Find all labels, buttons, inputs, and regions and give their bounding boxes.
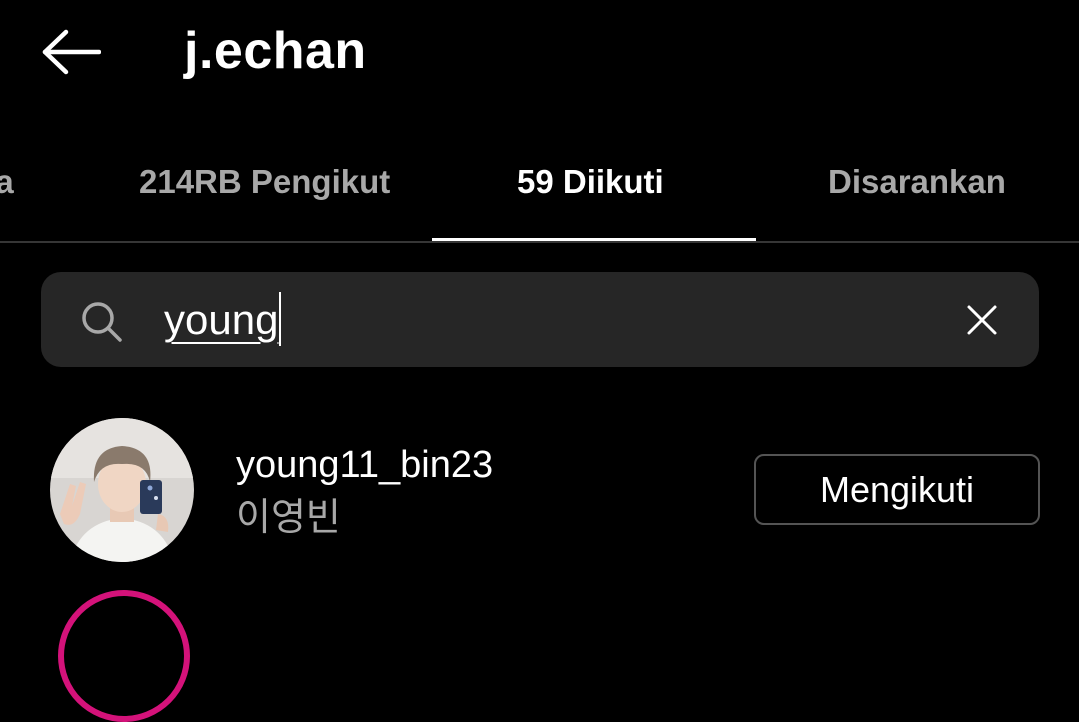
- follow-tabs: ma 214RB Pengikut 59 Diikuti Disarankan: [0, 150, 1079, 242]
- close-icon: [967, 305, 997, 335]
- tab-suggested[interactable]: Disarankan: [828, 162, 1006, 202]
- tab-followers[interactable]: 214RB Pengikut: [139, 162, 390, 202]
- tab-mutual[interactable]: ma: [0, 162, 14, 202]
- search-input-text: young: [164, 296, 279, 343]
- clear-search-button[interactable]: [960, 298, 1004, 342]
- profile-username-title: j.echan: [184, 22, 367, 80]
- result-username[interactable]: young11_bin23: [236, 443, 493, 487]
- tab-following[interactable]: 59 Diikuti: [517, 162, 664, 202]
- active-tab-indicator: [432, 238, 756, 241]
- back-button[interactable]: [40, 26, 102, 78]
- arrow-left-icon: [42, 29, 101, 75]
- following-button[interactable]: Mengikuti: [754, 454, 1040, 525]
- tabs-divider: [0, 241, 1079, 243]
- result-full-name: 이영빈: [236, 495, 341, 539]
- text-cursor: [279, 292, 282, 346]
- top-bar: j.echan: [0, 0, 1079, 110]
- search-input[interactable]: young: [164, 292, 924, 348]
- avatar[interactable]: [50, 418, 194, 562]
- avatar[interactable]: [58, 590, 190, 722]
- search-icon: [80, 300, 124, 344]
